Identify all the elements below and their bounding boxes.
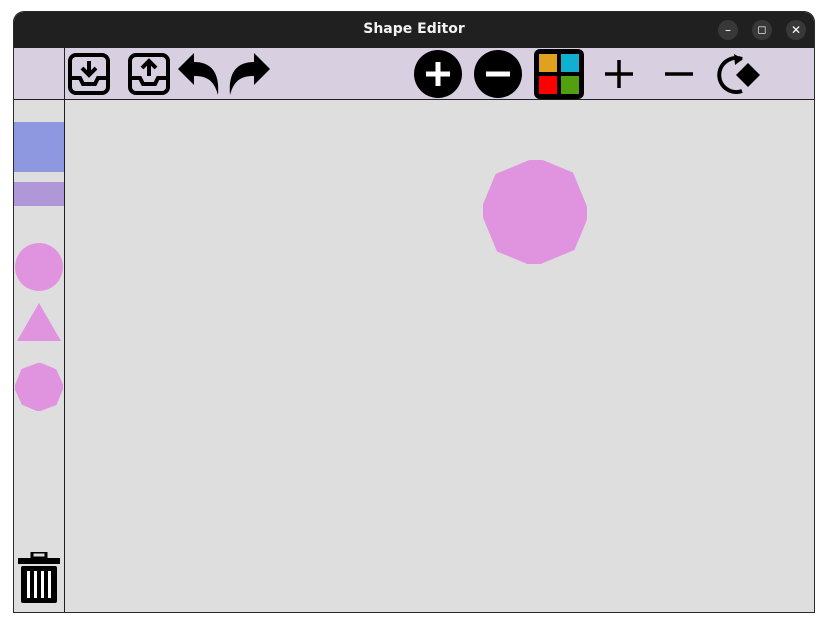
rotate-button[interactable] xyxy=(714,48,764,99)
drawing-canvas[interactable] xyxy=(65,100,814,612)
palette-square[interactable] xyxy=(14,122,64,172)
shrink-button[interactable] xyxy=(659,48,699,99)
shape-palette xyxy=(14,100,65,612)
rotate-icon xyxy=(717,53,760,94)
redo-button[interactable] xyxy=(226,48,272,99)
tray-download-icon xyxy=(68,52,110,95)
plus-icon xyxy=(605,59,633,88)
minimize-button[interactable]: – xyxy=(718,20,738,40)
window-title: Shape Editor xyxy=(363,21,465,37)
palette-octagon[interactable] xyxy=(15,363,63,411)
shape-editor-window: Shape Editor – ◻ ✕ xyxy=(14,12,814,612)
palette-circle[interactable] xyxy=(15,243,63,291)
trash-icon[interactable] xyxy=(17,552,61,604)
tray-upload-icon xyxy=(128,52,170,95)
color-grid-icon xyxy=(533,48,584,99)
circle-minus-icon xyxy=(474,49,522,98)
circle-plus-icon xyxy=(414,49,462,98)
zoom-in-button[interactable] xyxy=(413,48,463,99)
load-button[interactable] xyxy=(127,48,171,99)
canvas-octagon[interactable] xyxy=(483,160,587,264)
minus-icon xyxy=(665,71,693,76)
palette-rectangle[interactable] xyxy=(14,182,64,206)
palette-triangle[interactable] xyxy=(17,303,61,341)
close-button[interactable]: ✕ xyxy=(786,20,806,40)
undo-arrow-icon xyxy=(178,52,219,95)
toolbar-corner xyxy=(14,48,65,99)
grow-button[interactable] xyxy=(599,48,639,99)
color-picker-button[interactable] xyxy=(533,48,584,99)
toolbar xyxy=(14,48,814,100)
title-bar[interactable]: Shape Editor – ◻ ✕ xyxy=(14,12,814,48)
maximize-button[interactable]: ◻ xyxy=(752,20,772,40)
save-button[interactable] xyxy=(67,48,111,99)
undo-button[interactable] xyxy=(176,48,222,99)
redo-arrow-icon xyxy=(229,52,270,95)
zoom-out-button[interactable] xyxy=(473,48,523,99)
